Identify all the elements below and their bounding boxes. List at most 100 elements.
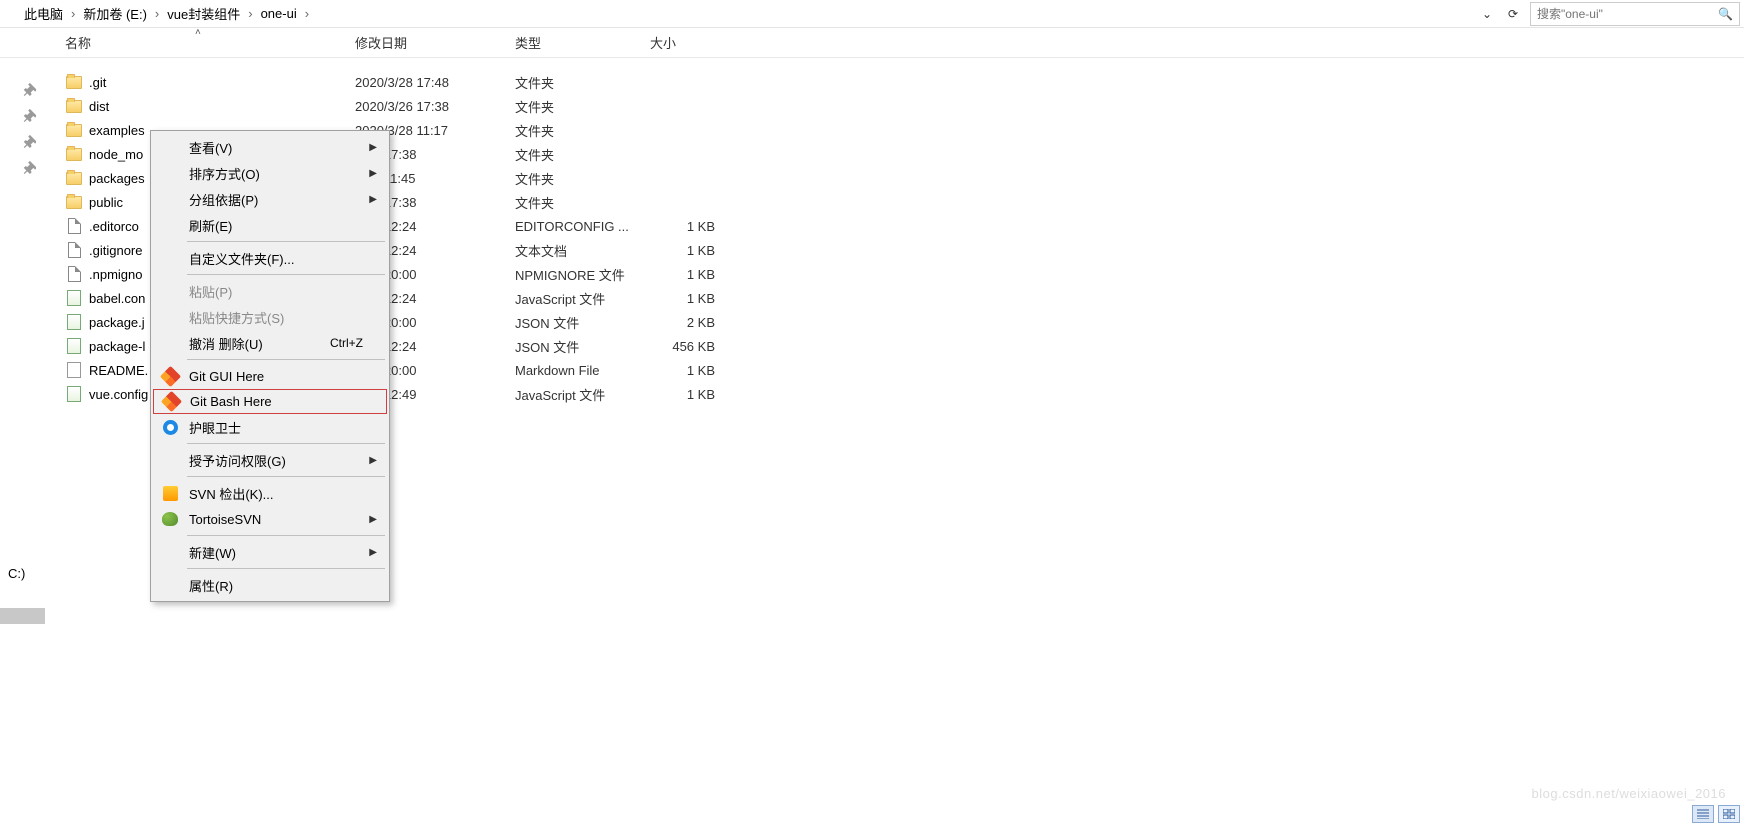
quick-access-pins xyxy=(0,70,45,186)
column-type[interactable]: 类型 xyxy=(515,33,650,52)
history-dropdown-icon[interactable]: ⌄ xyxy=(1478,5,1496,23)
pin-icon[interactable] xyxy=(22,82,36,96)
scrollbar-thumb[interactable] xyxy=(0,608,45,624)
menu-item-label: Git Bash Here xyxy=(190,394,272,409)
breadcrumb-segment[interactable]: vue封装组件 xyxy=(163,4,244,23)
file-date: 2020/3/28 17:48 xyxy=(355,75,515,90)
md-icon xyxy=(65,361,83,379)
menu-item[interactable]: Git GUI Here xyxy=(153,363,387,389)
file-row[interactable]: .git2020/3/28 17:48文件夹 xyxy=(45,70,1744,94)
chevron-right-icon: › xyxy=(151,6,163,21)
menu-item[interactable]: 新建(W) ▶ xyxy=(153,539,387,565)
menu-shortcut: Ctrl+Z xyxy=(330,336,363,350)
chevron-right-icon: › xyxy=(301,6,313,21)
js-icon xyxy=(65,289,83,307)
tort-icon xyxy=(161,510,179,528)
folder-icon xyxy=(65,121,83,139)
search-input[interactable] xyxy=(1537,7,1718,21)
menu-item[interactable]: 撤消 删除(U)Ctrl+Z xyxy=(153,330,387,356)
menu-item[interactable]: 查看(V) ▶ xyxy=(153,134,387,160)
menu-item-label: 属性(R) xyxy=(189,576,233,595)
file-icon xyxy=(65,217,83,235)
file-icon xyxy=(65,265,83,283)
file-type: 文件夹 xyxy=(515,121,650,140)
menu-item-label: TortoiseSVN xyxy=(189,512,261,527)
git-icon xyxy=(161,367,179,385)
js-icon xyxy=(65,337,83,355)
column-name[interactable]: 名称 ˄ xyxy=(65,33,355,52)
submenu-arrow-icon: ▶ xyxy=(369,455,377,466)
folder-icon xyxy=(65,193,83,211)
menu-separator xyxy=(187,568,385,569)
file-size: 1 KB xyxy=(650,387,725,402)
menu-item-label: 刷新(E) xyxy=(189,216,232,235)
menu-item-label: 分组依据(P) xyxy=(189,190,258,209)
menu-item-label: 新建(W) xyxy=(189,543,236,562)
file-date: 2020/3/26 17:38 xyxy=(355,99,515,114)
view-large-icons-icon[interactable] xyxy=(1718,805,1740,823)
breadcrumb[interactable]: 此电脑›新加卷 (E:)›vue封装组件›one-ui› xyxy=(0,4,1470,23)
search-icon[interactable]: 🔍 xyxy=(1718,7,1733,21)
file-size: 1 KB xyxy=(650,267,725,282)
file-type: JavaScript 文件 xyxy=(515,385,650,404)
refresh-icon[interactable]: ⟳ xyxy=(1504,5,1522,23)
menu-item[interactable]: Git Bash Here xyxy=(153,389,387,414)
menu-item[interactable]: 排序方式(O)▶ xyxy=(153,160,387,186)
submenu-arrow-icon: ▶ xyxy=(369,142,377,153)
menu-separator xyxy=(187,241,385,242)
column-date[interactable]: 修改日期 xyxy=(355,33,515,52)
git-icon xyxy=(162,393,180,411)
file-type: 文本文档 xyxy=(515,241,650,260)
menu-separator xyxy=(187,535,385,536)
menu-item-label: SVN 检出(K)... xyxy=(189,484,274,503)
file-type: 文件夹 xyxy=(515,145,650,164)
file-type: 文件夹 xyxy=(515,73,650,92)
menu-item[interactable]: 护眼卫士 xyxy=(153,414,387,440)
folder-icon xyxy=(65,73,83,91)
pin-icon[interactable] xyxy=(22,134,36,148)
file-size: 1 KB xyxy=(650,219,725,234)
menu-item-label: 授予访问权限(G) xyxy=(189,451,286,470)
menu-item: 粘贴快捷方式(S) xyxy=(153,304,387,330)
file-type: JavaScript 文件 xyxy=(515,289,650,308)
folder-icon xyxy=(65,169,83,187)
file-name: .git xyxy=(89,75,355,90)
file-type: Markdown File xyxy=(515,363,650,378)
breadcrumb-segment[interactable]: one-ui xyxy=(257,6,301,21)
file-name: dist xyxy=(89,99,355,114)
context-menu: 查看(V)▶排序方式(O)▶分组依据(P)▶刷新(E)自定义文件夹(F)...粘… xyxy=(150,130,390,602)
menu-item-label: 自定义文件夹(F)... xyxy=(189,249,294,268)
chevron-right-icon: › xyxy=(67,6,79,21)
menu-item[interactable]: SVN 检出(K)... xyxy=(153,480,387,506)
columns-header: 名称 ˄ 修改日期 类型 大小 xyxy=(0,28,1744,58)
menu-item[interactable]: 属性(R) xyxy=(153,572,387,598)
file-type: 文件夹 xyxy=(515,193,650,212)
file-row[interactable]: dist2020/3/26 17:38文件夹 xyxy=(45,94,1744,118)
menu-separator xyxy=(187,274,385,275)
pin-icon[interactable] xyxy=(22,160,36,174)
menu-item-label: Git GUI Here xyxy=(189,369,264,384)
submenu-arrow-icon: ▶ xyxy=(369,168,377,179)
view-details-icon[interactable] xyxy=(1692,805,1714,823)
file-size: 2 KB xyxy=(650,315,725,330)
menu-separator xyxy=(187,359,385,360)
drive-label: C:) xyxy=(8,566,25,581)
breadcrumb-segment[interactable]: 新加卷 (E:) xyxy=(79,4,151,23)
submenu-arrow-icon: ▶ xyxy=(369,514,377,525)
menu-separator xyxy=(187,476,385,477)
menu-item[interactable]: 自定义文件夹(F)... xyxy=(153,245,387,271)
sort-indicator-icon: ˄ xyxy=(195,27,201,38)
menu-item[interactable]: 授予访问权限(G) ▶ xyxy=(153,447,387,473)
column-size[interactable]: 大小 xyxy=(650,33,725,52)
breadcrumb-segment[interactable]: 此电脑 xyxy=(20,4,67,23)
menu-item[interactable]: 分组依据(P)▶ xyxy=(153,186,387,212)
file-type: EDITORCONFIG ... xyxy=(515,219,650,234)
file-type: 文件夹 xyxy=(515,169,650,188)
pin-icon[interactable] xyxy=(22,108,36,122)
menu-item[interactable]: 刷新(E) xyxy=(153,212,387,238)
submenu-arrow-icon: ▶ xyxy=(369,547,377,558)
search-box[interactable]: 🔍 xyxy=(1530,2,1740,26)
menu-item[interactable]: TortoiseSVN ▶ xyxy=(153,506,387,532)
file-type: JSON 文件 xyxy=(515,337,650,356)
menu-item-label: 查看(V) xyxy=(189,138,232,157)
